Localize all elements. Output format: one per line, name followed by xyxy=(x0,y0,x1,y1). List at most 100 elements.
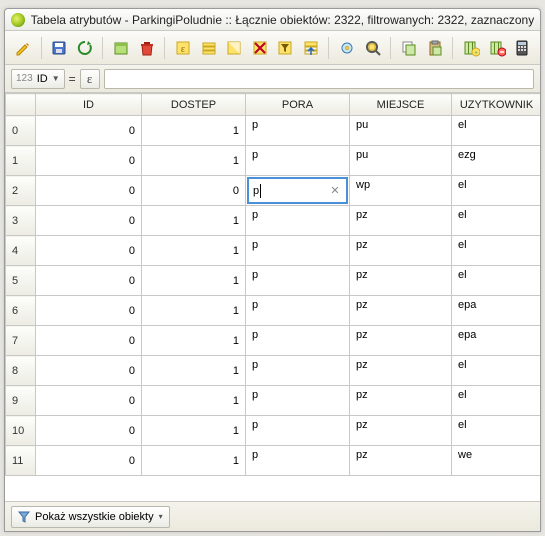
cell-dostep[interactable]: 1 xyxy=(142,116,246,146)
new-column-button[interactable]: + xyxy=(459,36,483,60)
col-header-uzytkownik[interactable]: UZYTKOWNIK xyxy=(452,94,541,116)
cell-dostep[interactable]: 1 xyxy=(142,266,246,296)
cell-miejsce[interactable]: pz xyxy=(350,416,452,446)
cell-uzytkownik[interactable]: el xyxy=(452,266,541,296)
cell-pora[interactable]: p xyxy=(246,356,350,386)
cell-miejsce[interactable]: pz xyxy=(350,326,452,356)
toggle-edit-button[interactable] xyxy=(11,36,35,60)
cell-pora[interactable]: p xyxy=(246,116,350,146)
delete-column-button[interactable] xyxy=(485,36,509,60)
cell-dostep[interactable]: 1 xyxy=(142,236,246,266)
cell-id[interactable]: 0 xyxy=(36,116,142,146)
cell-pora[interactable]: p xyxy=(246,446,350,476)
field-calculator-button[interactable] xyxy=(510,36,534,60)
pan-to-selected-button[interactable] xyxy=(335,36,359,60)
paste-rows-button[interactable] xyxy=(423,36,447,60)
row-header[interactable]: 9 xyxy=(6,386,36,416)
cell-id[interactable]: 0 xyxy=(36,326,142,356)
row-header[interactable]: 2 xyxy=(6,176,36,206)
cell-miejsce[interactable]: pz xyxy=(350,266,452,296)
expression-button[interactable]: ε xyxy=(80,69,100,89)
save-edits-button[interactable] xyxy=(47,36,71,60)
cell-miejsce[interactable]: pu xyxy=(350,116,452,146)
cell-uzytkownik[interactable]: epa xyxy=(452,326,541,356)
corner-header[interactable] xyxy=(6,94,36,116)
cell-uzytkownik[interactable]: el xyxy=(452,236,541,266)
show-features-dropdown[interactable]: Pokaż wszystkie obiekty ▾ xyxy=(11,506,170,528)
cell-pora[interactable]: p xyxy=(246,296,350,326)
cell-id[interactable]: 0 xyxy=(36,176,142,206)
cell-dostep[interactable]: 0 xyxy=(142,176,246,206)
select-all-button[interactable] xyxy=(197,36,221,60)
cell-dostep[interactable]: 1 xyxy=(142,326,246,356)
row-header[interactable]: 7 xyxy=(6,326,36,356)
cell-dostep[interactable]: 1 xyxy=(142,446,246,476)
cell-uzytkownik[interactable]: el xyxy=(452,386,541,416)
cell-miejsce[interactable]: pz xyxy=(350,236,452,266)
col-header-dostep[interactable]: DOSTEP xyxy=(142,94,246,116)
cell-id[interactable]: 0 xyxy=(36,416,142,446)
cell-pora[interactable]: p xyxy=(246,206,350,236)
row-header[interactable]: 6 xyxy=(6,296,36,326)
cell-dostep[interactable]: 1 xyxy=(142,296,246,326)
copy-rows-button[interactable] xyxy=(397,36,421,60)
col-header-pora[interactable]: PORA xyxy=(246,94,350,116)
cell-miejsce[interactable]: wp xyxy=(350,176,452,206)
zoom-to-selected-button[interactable] xyxy=(361,36,385,60)
cell-dostep[interactable]: 1 xyxy=(142,146,246,176)
cell-miejsce[interactable]: pu xyxy=(350,146,452,176)
clear-icon[interactable]: ✕ xyxy=(328,184,342,198)
cell-editor[interactable]: p✕ xyxy=(247,177,348,204)
select-by-expression-button[interactable]: ε xyxy=(171,36,195,60)
cell-miejsce[interactable]: pz xyxy=(350,296,452,326)
cell-pora[interactable]: p✕ xyxy=(246,176,350,206)
cell-id[interactable]: 0 xyxy=(36,206,142,236)
cell-miejsce[interactable]: pz xyxy=(350,386,452,416)
row-header[interactable]: 8 xyxy=(6,356,36,386)
cell-miejsce[interactable]: pz xyxy=(350,206,452,236)
row-header[interactable]: 11 xyxy=(6,446,36,476)
col-header-miejsce[interactable]: MIEJSCE xyxy=(350,94,452,116)
cell-id[interactable]: 0 xyxy=(36,446,142,476)
cell-uzytkownik[interactable]: el xyxy=(452,416,541,446)
cell-id[interactable]: 0 xyxy=(36,296,142,326)
cell-id[interactable]: 0 xyxy=(36,386,142,416)
cell-uzytkownik[interactable]: el xyxy=(452,176,541,206)
cell-uzytkownik[interactable]: we xyxy=(452,446,541,476)
cell-dostep[interactable]: 1 xyxy=(142,356,246,386)
cell-dostep[interactable]: 1 xyxy=(142,386,246,416)
reload-button[interactable] xyxy=(73,36,97,60)
cell-pora[interactable]: p xyxy=(246,416,350,446)
cell-id[interactable]: 0 xyxy=(36,266,142,296)
cell-uzytkownik[interactable]: el xyxy=(452,116,541,146)
invert-selection-button[interactable] xyxy=(222,36,246,60)
filter-selection-button[interactable] xyxy=(273,36,297,60)
cell-miejsce[interactable]: pz xyxy=(350,446,452,476)
cell-pora[interactable]: p xyxy=(246,326,350,356)
cell-uzytkownik[interactable]: ezg xyxy=(452,146,541,176)
add-feature-button[interactable] xyxy=(109,36,133,60)
row-header[interactable]: 4 xyxy=(6,236,36,266)
cell-pora[interactable]: p xyxy=(246,146,350,176)
filter-input[interactable] xyxy=(104,69,534,89)
delete-selected-button[interactable] xyxy=(135,36,159,60)
deselect-all-button[interactable] xyxy=(248,36,272,60)
cell-dostep[interactable]: 1 xyxy=(142,416,246,446)
cell-pora[interactable]: p xyxy=(246,236,350,266)
row-header[interactable]: 0 xyxy=(6,116,36,146)
cell-uzytkownik[interactable]: el xyxy=(452,356,541,386)
cell-miejsce[interactable]: pz xyxy=(350,356,452,386)
row-header[interactable]: 5 xyxy=(6,266,36,296)
move-selection-to-top-button[interactable] xyxy=(299,36,323,60)
cell-id[interactable]: 0 xyxy=(36,356,142,386)
row-header[interactable]: 10 xyxy=(6,416,36,446)
cell-dostep[interactable]: 1 xyxy=(142,206,246,236)
cell-uzytkownik[interactable]: el xyxy=(452,206,541,236)
cell-uzytkownik[interactable]: epa xyxy=(452,296,541,326)
col-header-id[interactable]: ID xyxy=(36,94,142,116)
row-header[interactable]: 3 xyxy=(6,206,36,236)
cell-pora[interactable]: p xyxy=(246,266,350,296)
row-header[interactable]: 1 xyxy=(6,146,36,176)
cell-pora[interactable]: p xyxy=(246,386,350,416)
field-select[interactable]: 123 ID ▼ xyxy=(11,69,65,89)
